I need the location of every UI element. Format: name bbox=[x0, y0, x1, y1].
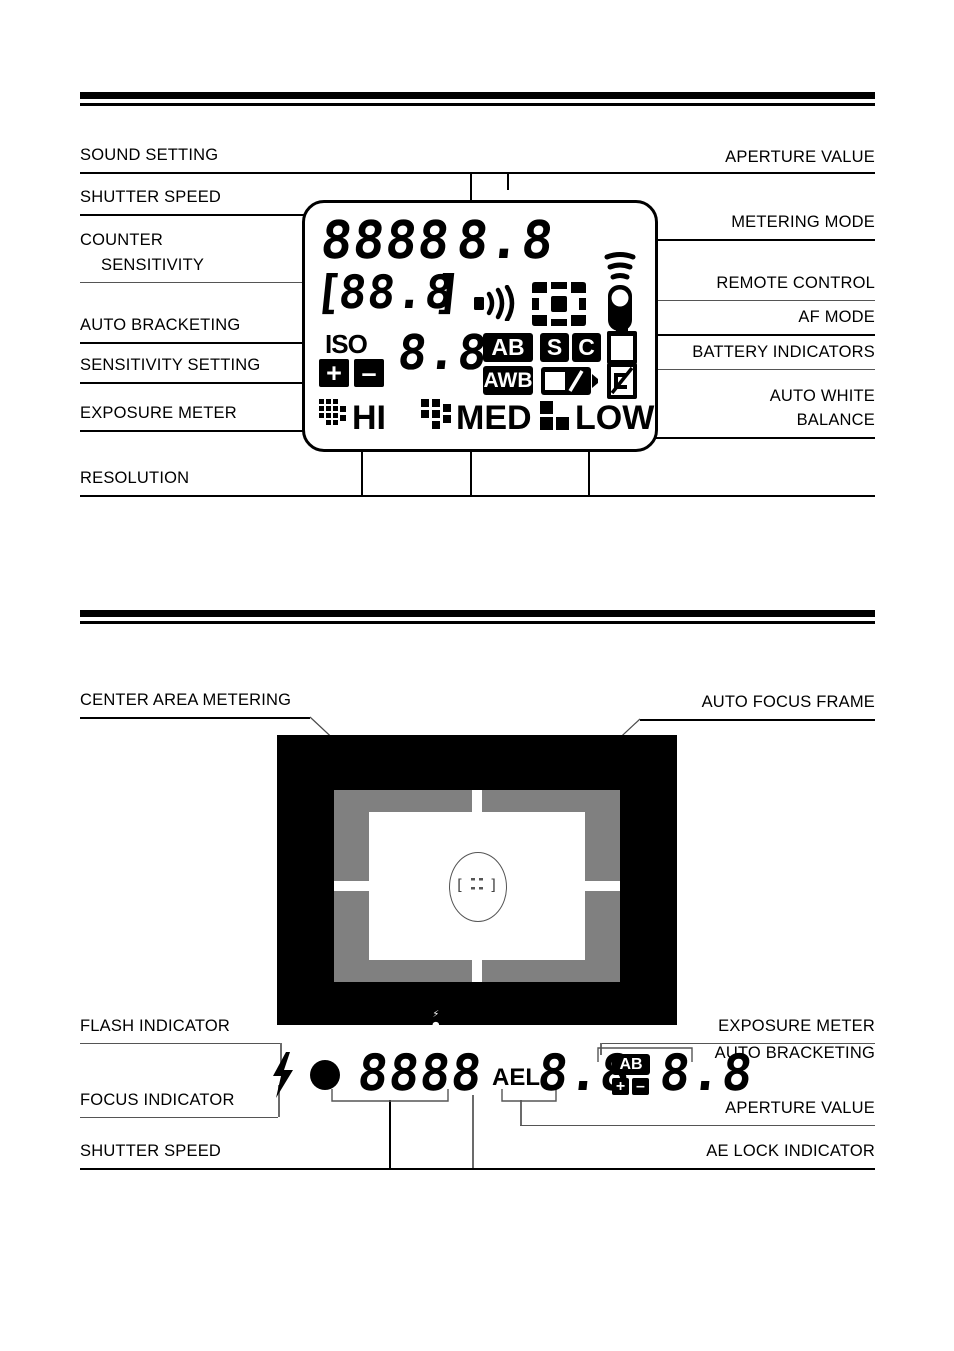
svg-text:[: [ bbox=[455, 876, 464, 894]
sound-waves-icon bbox=[473, 284, 519, 326]
lcd-aperture-value: 8.8 bbox=[453, 211, 558, 271]
density-icon-hi bbox=[319, 399, 349, 436]
vf-exposure-value: 8.8 bbox=[656, 1044, 757, 1102]
vf-exposure-plus: + bbox=[612, 1078, 629, 1095]
vf-ael-label: AEL bbox=[492, 1064, 540, 1091]
resolution-hi: HI bbox=[352, 399, 386, 437]
underline-sensitivity-setting bbox=[80, 382, 327, 384]
focus-dot-icon bbox=[310, 1060, 340, 1090]
svg-text:]: ] bbox=[489, 876, 498, 894]
underline-vf-shutter-speed bbox=[80, 1168, 875, 1170]
underline-resolution bbox=[80, 495, 875, 497]
rule-thick-2 bbox=[80, 610, 875, 617]
viewfinder-readout: 8888 AEL 8.8 AB + – 8.8 bbox=[270, 1040, 756, 1110]
density-icon-low bbox=[540, 401, 570, 436]
lcd-sensitivity-value: 8.8 bbox=[395, 325, 491, 381]
resolution-low: LOW bbox=[575, 399, 655, 437]
af-gap-right bbox=[583, 881, 620, 891]
label-auto-bracketing: AUTO BRACKETING bbox=[80, 316, 241, 334]
label-focus-indicator: FOCUS INDICATOR bbox=[80, 1091, 235, 1109]
label-vf-exposure-meter: EXPOSURE METER bbox=[718, 1017, 875, 1035]
vf-shutter-speed: 8888 bbox=[354, 1044, 486, 1102]
exposure-minus-block: – bbox=[354, 359, 384, 387]
af-gap-bottom bbox=[472, 958, 482, 982]
label-ae-lock-indicator: AE LOCK INDICATOR bbox=[706, 1142, 875, 1160]
label-flash-indicator: FLASH INDICATOR bbox=[80, 1017, 230, 1035]
lcd-iso-label: ISO bbox=[325, 329, 368, 359]
underline-counter-sensitivity bbox=[80, 282, 320, 284]
af-gap-left bbox=[334, 881, 371, 891]
manual-page: SOUND SETTING SHUTTER SPEED COUNTER SENS… bbox=[0, 0, 954, 1351]
badge-s: S bbox=[540, 333, 569, 362]
rule-thin bbox=[80, 103, 875, 106]
label-exposure-meter: EXPOSURE METER bbox=[80, 404, 237, 422]
header-rule-bottom bbox=[80, 610, 875, 624]
underline-focus-indicator bbox=[80, 1117, 278, 1119]
leader-aperture-h bbox=[507, 172, 575, 174]
density-icon-med bbox=[421, 399, 453, 436]
white-balance-mode-icon bbox=[540, 366, 602, 401]
header-rule-top bbox=[80, 92, 875, 106]
label-aperture-value: APERTURE VALUE bbox=[725, 148, 875, 166]
focus-bracket-icon: [ ] bbox=[455, 876, 498, 894]
exposure-plus-block: + bbox=[319, 359, 349, 387]
lcd-shutter-speed: 8888 bbox=[317, 211, 454, 271]
lcd-panel: 8888 8.8 [ 88.8 ] ISO + – 8.8 AB AWB S C… bbox=[302, 200, 658, 452]
underline-exposure-meter bbox=[80, 430, 334, 432]
vf-badge-ab: AB bbox=[612, 1054, 650, 1075]
label-sensitivity-setting: SENSITIVITY SETTING bbox=[80, 356, 261, 374]
badge-ab: AB bbox=[483, 333, 533, 362]
rule-thin-2 bbox=[80, 621, 875, 624]
rule-thick bbox=[80, 92, 875, 99]
label-sensitivity: SENSITIVITY bbox=[101, 256, 205, 274]
label-vf-shutter-speed: SHUTTER SPEED bbox=[80, 1142, 222, 1160]
vf-exposure-minus: – bbox=[632, 1078, 649, 1095]
underline-sound-setting bbox=[80, 172, 875, 174]
badge-c: C bbox=[572, 333, 601, 362]
label-counter: COUNTER bbox=[80, 231, 163, 249]
metering-frame-icon bbox=[529, 279, 589, 334]
resolution-med: MED bbox=[456, 399, 532, 437]
lcd-counter-close: ] bbox=[431, 265, 466, 319]
label-resolution: RESOLUTION bbox=[80, 469, 190, 487]
flash-bolt-icon bbox=[270, 1052, 296, 1103]
leader-aperture-top bbox=[507, 172, 509, 190]
af-gap-top bbox=[472, 790, 482, 814]
label-shutter-speed: SHUTTER SPEED bbox=[80, 188, 222, 206]
badge-awb: AWB bbox=[483, 366, 533, 395]
label-sound-setting: SOUND SETTING bbox=[80, 146, 219, 164]
underline-vf-aperture-value bbox=[520, 1125, 875, 1127]
underline-shutter-speed bbox=[80, 214, 333, 216]
underline-flash-indicator bbox=[80, 1043, 280, 1045]
